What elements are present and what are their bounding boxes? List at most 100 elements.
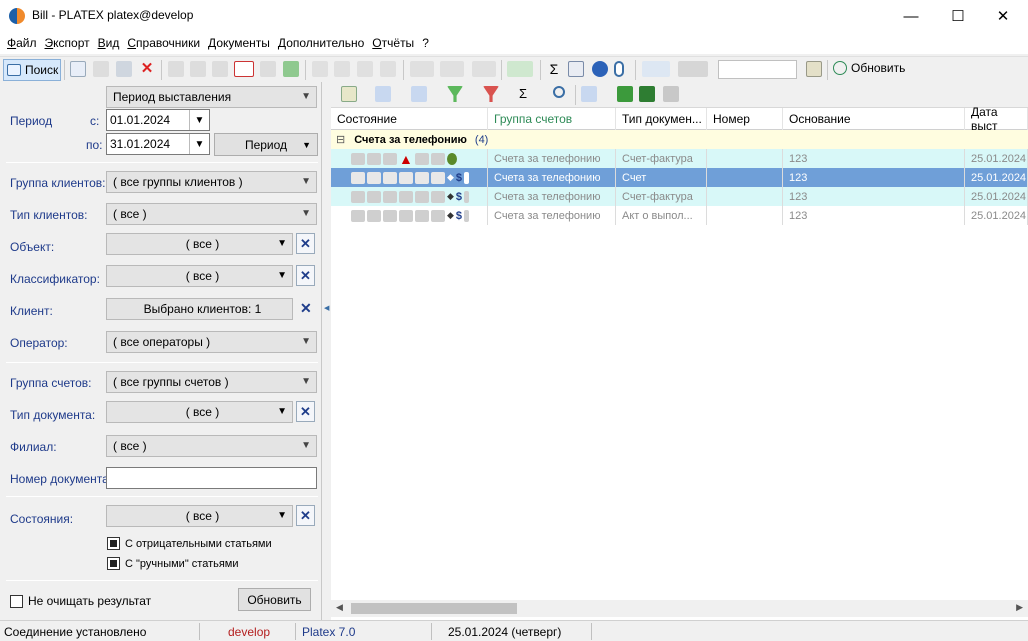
menu-view[interactable]: Вид: [95, 36, 123, 50]
refresh-button[interactable]: Обновить: [238, 588, 311, 611]
tree-icon[interactable]: [411, 86, 427, 102]
copy-rows-icon[interactable]: [581, 86, 597, 102]
dollar-icon: $: [455, 209, 463, 222]
clear-filter-icon[interactable]: [483, 86, 499, 102]
doc-type-select[interactable]: ( все ) ▼: [106, 401, 293, 423]
column-doc-type[interactable]: Тип докумен...: [616, 108, 707, 130]
period-type-select[interactable]: Период выставления ▼: [106, 86, 317, 108]
clear-states-button[interactable]: ✕: [296, 505, 315, 526]
sum-icon[interactable]: Σ: [546, 61, 562, 77]
group-title: Счета за телефонию: [354, 133, 467, 146]
delete-icon[interactable]: ✕: [139, 61, 155, 77]
new-document-icon[interactable]: [70, 61, 86, 77]
manual-items-checkbox[interactable]: С "ручными" статьями: [107, 557, 239, 570]
group-row[interactable]: ⊟ Счета за телефонию (4): [331, 130, 1028, 149]
filter-icon[interactable]: [447, 86, 463, 102]
find-icon[interactable]: [553, 86, 565, 98]
excel-icon[interactable]: [617, 86, 633, 102]
branch-select[interactable]: ( все ) ▼: [106, 435, 317, 457]
scroll-left-icon[interactable]: ◀: [336, 602, 343, 613]
pen-icon[interactable]: [312, 61, 328, 77]
recalc-icon[interactable]: [190, 61, 206, 77]
cell-account-group: Счета за телефонию: [488, 187, 616, 206]
column-number[interactable]: Номер: [707, 108, 783, 130]
menu-export[interactable]: Экспорт: [42, 36, 93, 50]
client-label: Клиент:: [10, 304, 53, 318]
tag-icon[interactable]: [334, 61, 350, 77]
send-icon[interactable]: [507, 61, 533, 77]
grid-settings-icon[interactable]: [341, 86, 357, 102]
table-row[interactable]: ◆ $ Счета за телефонию Акт о выпол... 123…: [331, 206, 1028, 225]
date-to-field[interactable]: 31.01.2024 ▼: [106, 133, 210, 155]
clear-doc-type-button[interactable]: ✕: [296, 401, 315, 422]
column-basis[interactable]: Основание: [783, 108, 965, 130]
minimize-button[interactable]: —: [888, 0, 934, 32]
menu-additional[interactable]: Дополнительно: [275, 36, 367, 50]
column-account-group[interactable]: Группа счетов: [488, 108, 616, 130]
collapse-arrow-icon[interactable]: ◀: [324, 304, 329, 312]
menu-reports[interactable]: Отчёты: [369, 36, 417, 50]
search-button[interactable]: Поиск: [3, 59, 61, 81]
edit-icon[interactable]: [93, 61, 109, 77]
menu-references[interactable]: Справочники: [124, 36, 203, 50]
table-row[interactable]: ◆ $ Счета за телефонию Счет-фактура 123 2…: [331, 187, 1028, 206]
menu-file[interactable]: Файл: [4, 36, 40, 50]
table-row[interactable]: ▲ Счета за телефонию Счет-фактура 123 25…: [331, 149, 1028, 168]
cell-basis: 123: [783, 187, 965, 206]
date-from-value: 01.01.2024: [110, 113, 171, 127]
collapse-icon[interactable]: ⊟: [336, 133, 345, 146]
scroll-right-icon[interactable]: ▶: [1016, 602, 1023, 613]
states-select[interactable]: ( все ) ▼: [106, 505, 293, 527]
period-button[interactable]: Период ▼: [214, 133, 318, 156]
column-state[interactable]: Состояние: [331, 108, 488, 130]
doc-number-input[interactable]: [106, 467, 317, 489]
print-icon[interactable]: [663, 86, 679, 102]
classifier-select[interactable]: ( все ) ▼: [106, 265, 293, 287]
print-icon[interactable]: [678, 61, 708, 77]
untag-icon[interactable]: [380, 61, 396, 77]
clear-object-button[interactable]: ✕: [296, 233, 315, 254]
toolbar-refresh-button[interactable]: Обновить: [833, 61, 905, 75]
users-icon[interactable]: [440, 61, 464, 77]
date-from-field[interactable]: 01.01.2024 ▼: [106, 109, 210, 131]
copy-icon[interactable]: [168, 61, 184, 77]
maximize-button[interactable]: ☐: [935, 0, 981, 32]
tags-icon[interactable]: [357, 61, 373, 77]
sort-icon[interactable]: [375, 86, 391, 102]
account-group-select[interactable]: ( все группы счетов ) ▼: [106, 371, 317, 393]
client-select[interactable]: Выбрано клиентов: 1: [106, 298, 293, 320]
list-icon[interactable]: [568, 61, 584, 77]
mail-icon[interactable]: [410, 61, 434, 77]
preview-icon[interactable]: [116, 61, 132, 77]
info-icon[interactable]: [592, 61, 608, 77]
panel-splitter[interactable]: ◀: [323, 82, 331, 620]
menu-help[interactable]: ?: [419, 36, 432, 50]
toolbar-search-input[interactable]: [718, 60, 797, 79]
link-icon[interactable]: [234, 61, 254, 77]
negative-items-checkbox[interactable]: С отрицательными статьями: [107, 537, 272, 550]
column-issue-date[interactable]: Дата выст: [965, 105, 1028, 133]
clear-client-button[interactable]: ✕: [300, 300, 312, 317]
report-icon[interactable]: [642, 61, 670, 77]
export-icon[interactable]: [472, 61, 496, 77]
calendar-dropdown-icon[interactable]: ▼: [189, 110, 209, 130]
table-row[interactable]: ◆ $ Счета за телефонию Счет 123 25.01.202…: [331, 168, 1028, 187]
menu-documents[interactable]: Документы: [205, 36, 273, 50]
save-icon[interactable]: [639, 86, 655, 102]
calendar-dropdown-icon[interactable]: ▼: [189, 134, 209, 154]
table-icon[interactable]: [283, 61, 299, 77]
calc-icon[interactable]: [806, 61, 822, 77]
move-icon[interactable]: [212, 61, 228, 77]
keep-results-checkbox[interactable]: Не очищать результат: [10, 594, 151, 608]
close-button[interactable]: ✕: [980, 0, 1026, 32]
object-select[interactable]: ( все ) ▼: [106, 233, 293, 255]
attach-icon[interactable]: [614, 61, 624, 77]
check-icon[interactable]: [260, 61, 276, 77]
operator-select[interactable]: ( все операторы ) ▼: [106, 331, 317, 353]
client-type-select[interactable]: ( все ) ▼: [106, 203, 317, 225]
sum-icon[interactable]: Σ: [519, 86, 535, 102]
scrollbar-thumb[interactable]: [351, 603, 517, 614]
clear-classifier-button[interactable]: ✕: [296, 265, 315, 286]
horizontal-scrollbar[interactable]: ◀ ▶: [331, 600, 1028, 617]
client-group-select[interactable]: ( все группы клиентов ) ▼: [106, 171, 317, 193]
